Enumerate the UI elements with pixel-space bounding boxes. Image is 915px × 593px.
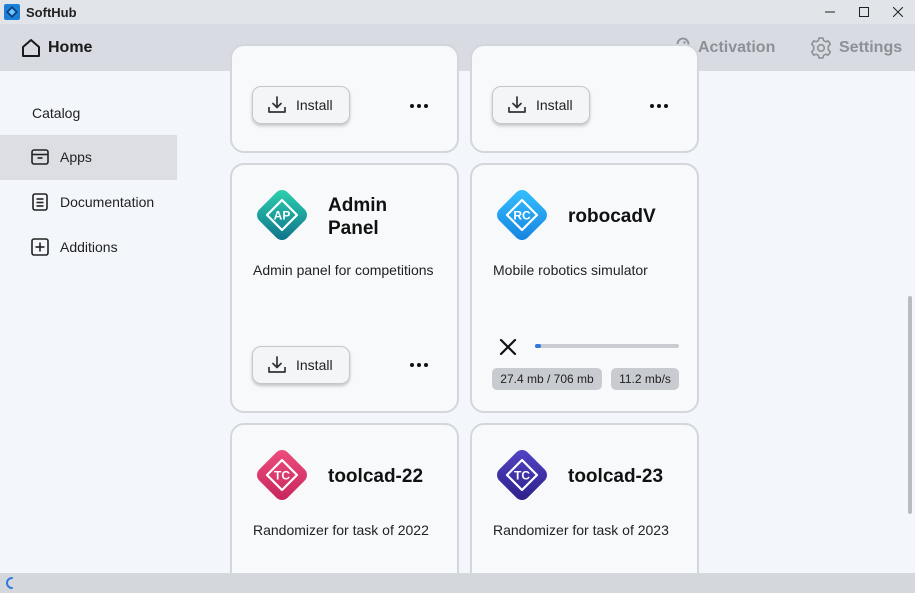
download-icon [268,356,286,373]
sidebar: Catalog Apps Documentation Additions [0,71,178,573]
app-name-line: Panel [328,218,379,239]
download-speed-badge: 11.2 mb/s [611,368,679,390]
more-options-button[interactable] [648,98,670,114]
more-options-button[interactable] [408,357,430,373]
loading-spinner-icon [6,577,13,589]
home-button[interactable]: Home [20,34,92,62]
window-title: SoftHub [26,4,77,20]
download-icon [268,96,286,113]
sidebar-item-documentation[interactable]: Documentation [0,180,177,225]
download-progress-fill [535,344,541,348]
robocad-icon-text: RC [513,209,531,223]
install-button[interactable]: Install [252,346,350,384]
app-name-line: Admin [328,195,388,216]
softhub-logo-icon [4,4,20,20]
more-icon [410,104,428,108]
download-icon [508,96,526,113]
app-card-admin-panel: AP Admin Panel Admin panel for competiti… [230,163,459,413]
maximize-icon [859,7,869,17]
sidebar-heading: Catalog [32,105,81,121]
admin-panel-icon-text: AP [274,209,291,223]
app-card-toolcad-22: TC toolcad-22 Randomizer for task of 202… [230,423,459,593]
app-name: toolcad-22 [328,466,424,487]
toolcad-22-app-icon: TC [257,450,307,500]
close-icon [893,7,903,17]
activation-label: Activation [698,39,776,56]
install-button[interactable]: Install [492,86,590,124]
download-progress-bar [535,344,679,348]
app-name: robocadV [568,206,656,227]
minimize-button[interactable] [813,0,847,24]
app-description: Randomizer for task of 2022 [253,522,429,538]
app-name: toolcad-23 [568,466,664,487]
settings-label: Settings [839,39,903,56]
app-description: Randomizer for task of 2023 [493,522,669,538]
more-icon [650,104,668,108]
title-bar: SoftHub [0,0,915,24]
minimize-icon [825,11,835,13]
download-size-badge: 27.4 mb / 706 mb [492,368,602,390]
app-card-robocadv: RC robocadV Mobile robotics simulator 27… [470,163,699,413]
sidebar-item-additions[interactable]: Additions [0,225,177,270]
cancel-download-icon[interactable] [498,337,518,357]
more-options-button[interactable] [408,98,430,114]
plus-square-icon [31,238,49,256]
app-card: Install [470,44,699,153]
admin-panel-app-icon: AP [257,190,307,240]
content-scrollbar[interactable] [908,296,912,514]
robocad-app-icon: RC [497,190,547,240]
app-card-toolcad-23: TC toolcad-23 Randomizer for task of 202… [470,423,699,593]
install-label: Install [536,97,573,113]
sidebar-item-label: Documentation [60,194,155,210]
sidebar-item-label: Apps [60,149,92,165]
app-description: Admin panel for competitions [253,262,434,278]
sidebar-item-label: Additions [60,239,118,255]
more-icon [410,363,428,367]
toolcad-23-icon-text: TC [514,469,530,483]
install-label: Install [296,357,333,373]
install-button[interactable]: Install [252,86,350,124]
close-button[interactable] [881,0,915,24]
install-label: Install [296,97,333,113]
status-bar [0,573,915,593]
document-icon [32,193,48,211]
settings-button[interactable]: Settings [809,34,902,62]
app-name: Admin Panel [328,194,387,240]
gear-icon [810,37,832,59]
toolcad-23-app-icon: TC [497,450,547,500]
archive-box-icon [31,149,49,165]
home-label: Home [48,39,93,56]
app-card: Install [230,44,459,153]
sidebar-item-apps[interactable]: Apps [0,135,177,180]
home-icon [22,39,40,57]
toolcad-22-icon-text: TC [274,469,290,483]
maximize-button[interactable] [847,0,881,24]
app-description: Mobile robotics simulator [493,262,648,278]
